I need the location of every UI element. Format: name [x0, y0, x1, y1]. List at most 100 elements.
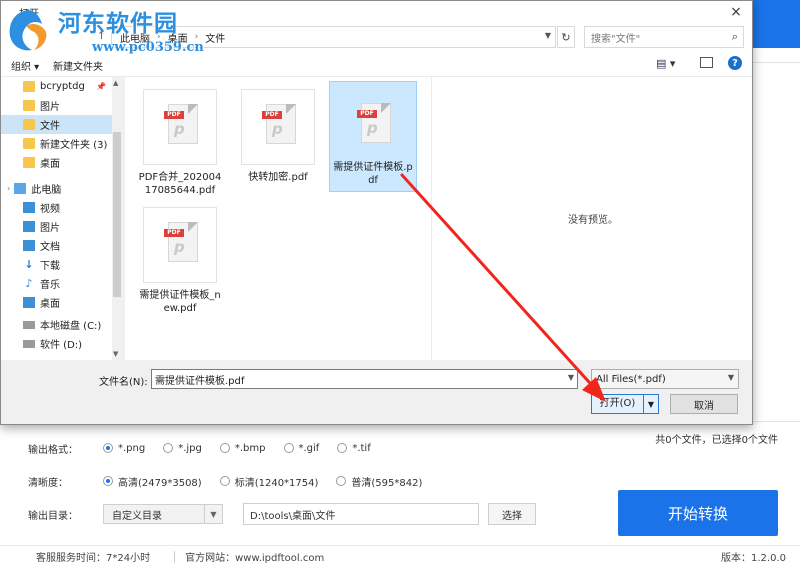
file-type-select[interactable]: All Files(*.pdf) ▼	[591, 369, 739, 389]
music-icon: ♪	[25, 277, 33, 290]
pdf-file-icon: PDF p	[143, 89, 217, 165]
computer-icon	[14, 183, 27, 194]
close-icon[interactable]: ×	[726, 2, 746, 22]
address-row: ↑ 此电脑 › 桌面 › 文件 ▼ ↻ 搜索"文件" ⌕	[1, 23, 752, 51]
quality-radio-normal[interactable]: 普清(595*842)	[336, 474, 422, 489]
file-list-panel	[752, 62, 800, 422]
output-path-field[interactable]: D:\tools\桌面\文件	[243, 503, 479, 525]
file-item-encrypt[interactable]: PDF p 快转加密.pdf	[235, 83, 321, 188]
breadcrumb-this-pc[interactable]: 此电脑	[120, 30, 150, 45]
footer-divider	[174, 550, 176, 563]
pdf-file-icon: PDF p	[336, 88, 410, 155]
nav-item-this-pc[interactable]: › 此电脑	[1, 179, 112, 198]
output-format-row: 输出格式： *.png *.jpg *.bmp *.gif *.tif	[28, 439, 389, 457]
radio-dot	[337, 443, 348, 453]
nav-item-pictures[interactable]: 图片	[1, 96, 112, 115]
folder-icon	[23, 119, 35, 130]
open-button[interactable]: 打开(O) ▼	[591, 394, 659, 414]
filename-input[interactable]: 需提供证件模板.pdf ▼	[151, 369, 578, 389]
radio-dot	[103, 476, 113, 486]
output-dir-label: 输出目录：	[28, 510, 78, 522]
radio-dot	[163, 443, 174, 453]
preview-pane: 没有预览。	[431, 77, 752, 360]
scroll-up-icon[interactable]: ▲	[113, 79, 118, 87]
up-arrow-icon[interactable]: ↑	[97, 29, 106, 42]
breadcrumb-separator-icon: ›	[194, 32, 199, 42]
navigation-pane: bcryptdg 📌 图片 文件 新建文件夹 (3) 桌面 › 此电脑 视频 图片 …	[1, 77, 122, 360]
format-radio-gif[interactable]: *.gif	[283, 443, 319, 454]
document-icon	[23, 240, 35, 251]
website-link[interactable]: 官方网站：www.ipdftool.com	[185, 549, 324, 564]
nav-item-downloads[interactable]: ↓ 下载	[1, 255, 112, 274]
output-dir-row: 输出目录： 自定义目录 ▼ D:\tools\桌面\文件 选择	[28, 503, 536, 525]
pdf-file-icon: PDF p	[241, 89, 315, 165]
file-item-id-template-new[interactable]: PDF p 需提供证件模板_new.pdf	[137, 201, 223, 319]
nav-item-pictures-pc[interactable]: 图片	[1, 217, 112, 236]
preview-pane-icon[interactable]	[700, 57, 713, 68]
radio-dot	[336, 476, 347, 486]
refresh-icon[interactable]: ↻	[557, 26, 575, 48]
video-icon	[23, 202, 35, 213]
file-list: PDF p PDF合并_20200417085644.pdf PDF p 快转加密.…	[125, 77, 431, 360]
quality-radio-high[interactable]: 高清(2479*3508)	[103, 474, 202, 489]
chevron-down-icon: ▼	[727, 373, 734, 382]
app-footer: 客服服务时间：7*24小时 官方网站：www.ipdftool.com 版本：1…	[0, 545, 800, 567]
nav-scrollbar[interactable]: ▲ ▼	[112, 77, 122, 360]
chevron-down-icon: ▼	[204, 505, 222, 523]
quality-radio-standard[interactable]: 标清(1240*1754)	[219, 474, 318, 489]
chevron-down-icon[interactable]: ▼	[568, 373, 574, 382]
format-radio-bmp[interactable]: *.bmp	[219, 443, 266, 454]
breadcrumb-files[interactable]: 文件	[205, 30, 225, 45]
dialog-toolbar: 组织 ▾ 新建文件夹 ▤ ▾ ?	[1, 51, 752, 77]
address-bar[interactable]: 此电脑 › 桌面 › 文件 ▼	[111, 26, 556, 48]
service-hours: 客服服务时间：7*24小时	[36, 553, 151, 564]
file-item-pdf-merge[interactable]: PDF p PDF合并_20200417085644.pdf	[137, 83, 223, 201]
format-radio-jpg[interactable]: *.jpg	[163, 443, 202, 454]
folder-icon	[23, 138, 35, 149]
folder-icon	[23, 157, 35, 168]
view-options-icon[interactable]: ▤ ▾	[656, 57, 675, 70]
output-dir-mode-select[interactable]: 自定义目录 ▼	[103, 504, 223, 524]
cancel-button[interactable]: 取消	[670, 394, 738, 414]
dialog-title: 打开	[19, 9, 39, 20]
start-convert-button[interactable]: 开始转换	[618, 490, 778, 536]
scroll-down-icon[interactable]: ▼	[113, 350, 118, 358]
file-name: 需提供证件模板.pdf	[333, 162, 413, 186]
radio-dot	[219, 476, 230, 486]
nav-item-new-folder-3[interactable]: 新建文件夹 (3)	[1, 134, 112, 153]
search-input[interactable]: 搜索"文件" ⌕	[584, 26, 744, 48]
file-name: 需提供证件模板_new.pdf	[139, 290, 221, 314]
nav-item-videos[interactable]: 视频	[1, 198, 112, 217]
format-radio-png[interactable]: *.png	[103, 443, 145, 454]
format-radio-tif[interactable]: *.tif	[337, 443, 371, 454]
file-name: 快转加密.pdf	[248, 172, 308, 183]
help-icon[interactable]: ?	[728, 56, 742, 70]
desktop-icon	[23, 297, 35, 308]
radio-dot	[283, 443, 294, 453]
quality-row: 清晰度： 高清(2479*3508) 标清(1240*1754) 普清(595*…	[28, 472, 440, 490]
nav-item-desktop[interactable]: 桌面	[1, 293, 112, 312]
radio-dot	[103, 443, 113, 453]
nav-item-bcryptdg[interactable]: bcryptdg 📌	[1, 77, 112, 96]
dialog-title-bar[interactable]: 打开 ×	[1, 1, 752, 23]
output-format-label: 输出格式：	[28, 444, 78, 456]
scrollbar-thumb[interactable]	[113, 132, 121, 297]
pin-icon: 📌	[96, 82, 106, 91]
nav-item-drive-d[interactable]: 软件 (D:)	[1, 334, 112, 353]
version-label: 版本：1.2.0.0	[721, 553, 786, 564]
chevron-right-icon[interactable]: ›	[7, 184, 10, 193]
nav-item-documents[interactable]: 文档	[1, 236, 112, 255]
nav-item-files[interactable]: 文件	[1, 115, 112, 134]
nav-item-desktop-quick[interactable]: 桌面	[1, 153, 112, 172]
chevron-down-icon[interactable]: ▼	[644, 400, 658, 409]
open-button-label[interactable]: 打开(O)	[592, 395, 644, 413]
nav-item-drive-c[interactable]: 本地磁盘 (C:)	[1, 315, 112, 334]
browse-button[interactable]: 选择	[488, 503, 536, 525]
file-item-id-template[interactable]: PDF p 需提供证件模板.pdf	[329, 81, 417, 192]
new-folder-button[interactable]: 新建文件夹	[53, 58, 103, 73]
nav-item-music[interactable]: ♪ 音乐	[1, 274, 112, 293]
chevron-down-icon[interactable]: ▼	[545, 31, 551, 40]
organize-button[interactable]: 组织 ▾	[11, 58, 39, 73]
search-placeholder: 搜索"文件"	[591, 33, 641, 45]
breadcrumb-desktop[interactable]: 桌面	[168, 30, 188, 45]
